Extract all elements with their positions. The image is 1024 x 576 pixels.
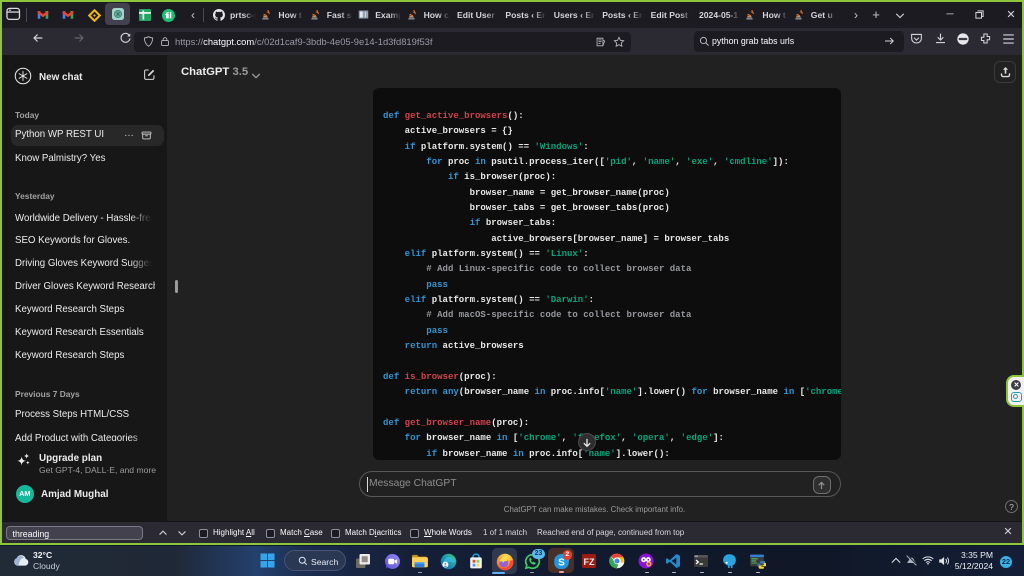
svg-text:FZ: FZ — [584, 556, 595, 566]
